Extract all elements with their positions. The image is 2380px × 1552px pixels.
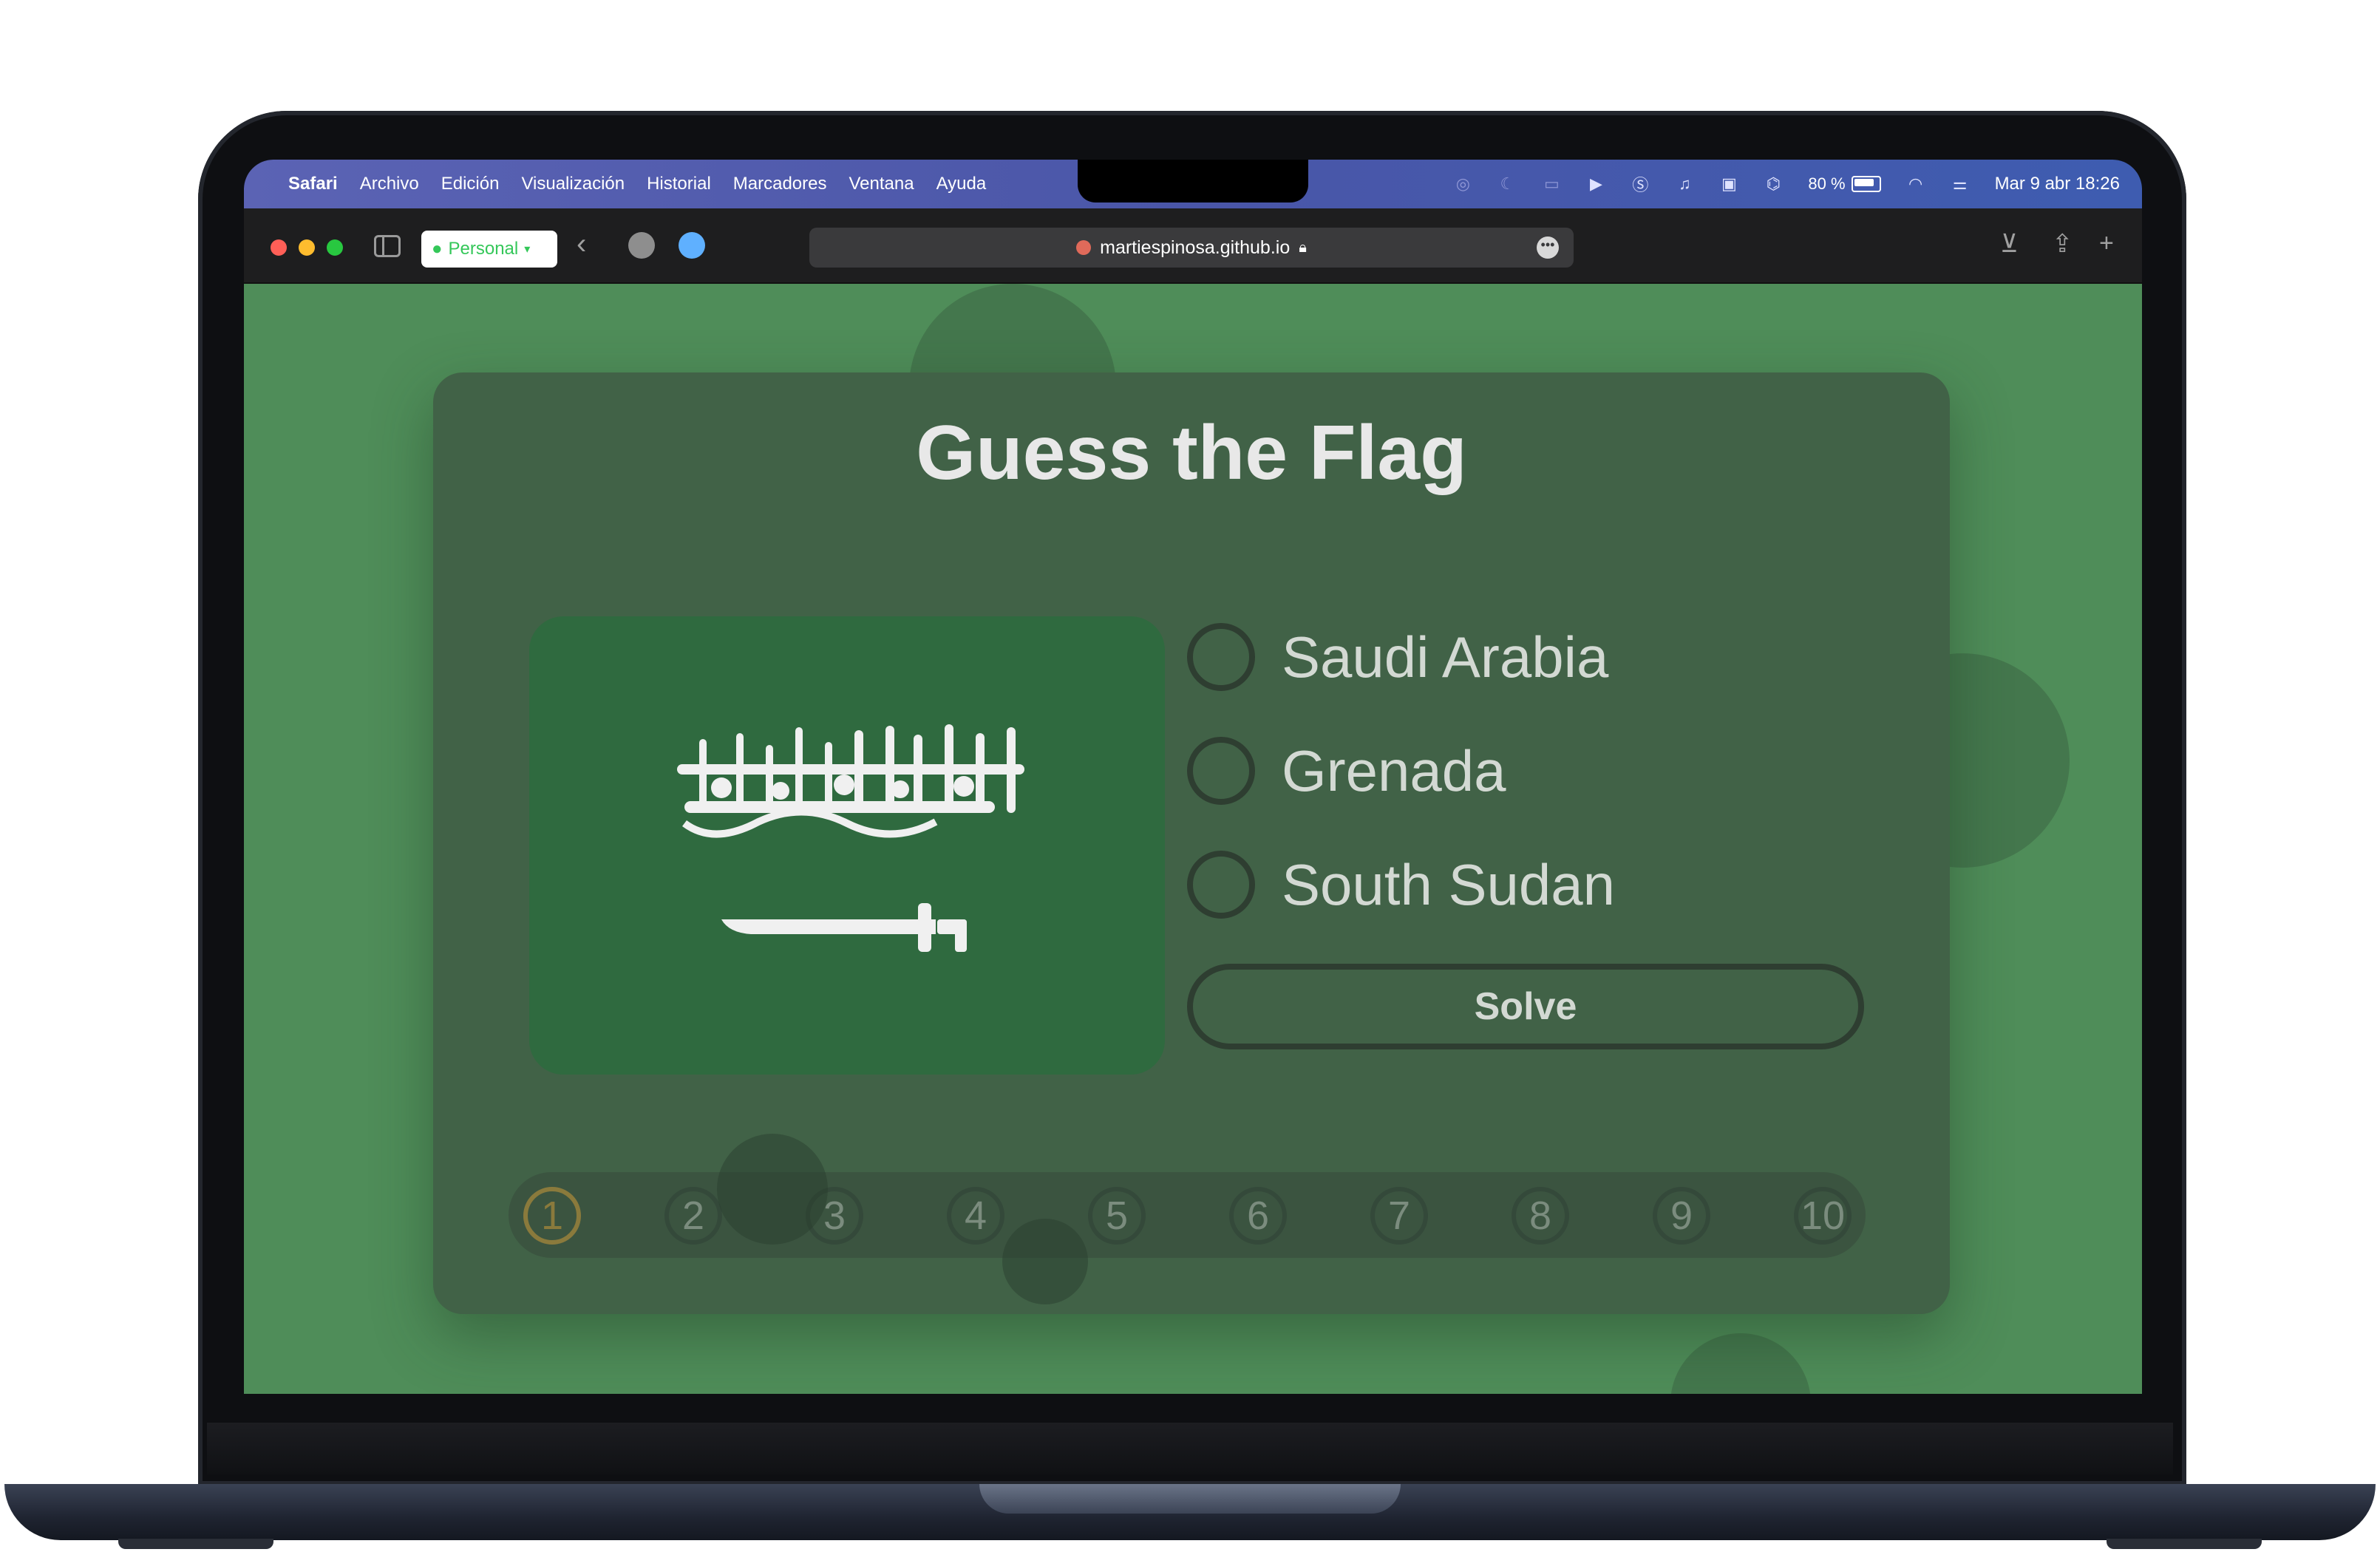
step-10[interactable]: 10 xyxy=(1794,1187,1852,1245)
shazam-icon[interactable]: Ⓢ xyxy=(1631,174,1650,194)
extension-icon[interactable] xyxy=(628,232,655,259)
web-page: Guess the Flag Saudi Arabia Grenada Sout… xyxy=(244,284,2142,1394)
focus-moon-icon[interactable]: ☾ xyxy=(1497,174,1517,194)
address-bar[interactable]: martiespinosa.github.io 🔒︎ ••• xyxy=(809,228,1574,268)
background-bubble xyxy=(1002,1219,1088,1304)
menu-historial[interactable]: Historial xyxy=(647,174,711,194)
menu-archivo[interactable]: Archivo xyxy=(360,174,419,194)
option-label: South Sudan xyxy=(1282,851,1616,917)
menu-bar: Safari Archivo Edición Visualización His… xyxy=(244,160,2142,208)
lock-icon: 🔒︎ xyxy=(1299,239,1307,256)
profile-label: Personal xyxy=(448,239,519,259)
menu-ayuda[interactable]: Ayuda xyxy=(936,174,987,194)
airdrop-icon[interactable]: ◎ xyxy=(1453,174,1472,194)
step-9[interactable]: 9 xyxy=(1653,1187,1710,1245)
back-arrow-icon[interactable]: ‹ xyxy=(577,228,586,261)
background-bubble xyxy=(1670,1333,1811,1394)
wifi-icon[interactable]: ◠ xyxy=(1906,174,1925,194)
site-favicon-icon xyxy=(1076,240,1092,255)
page-menu-icon[interactable]: ••• xyxy=(1537,236,1559,259)
window-close-button[interactable] xyxy=(271,239,287,256)
share-icon[interactable]: ⇪ xyxy=(2052,229,2073,259)
step-2[interactable]: 2 xyxy=(664,1187,722,1245)
menu-app-name[interactable]: Safari xyxy=(288,174,338,194)
step-8[interactable]: 8 xyxy=(1512,1187,1569,1245)
new-tab-icon[interactable]: + xyxy=(2099,229,2114,258)
laptop-chin xyxy=(207,1423,2173,1474)
menu-marcadores[interactable]: Marcadores xyxy=(733,174,827,194)
option-south-sudan[interactable]: South Sudan xyxy=(1187,844,1615,925)
stage-manager-icon[interactable]: ▭ xyxy=(1542,174,1561,194)
battery-status[interactable]: 80 % xyxy=(1808,174,1881,194)
camera-notch xyxy=(1078,160,1308,202)
profile-button[interactable]: ● Personal ▾ xyxy=(421,231,557,268)
page-title: Guess the Flag xyxy=(916,410,1467,496)
quiz-card: Guess the Flag Saudi Arabia Grenada Sout… xyxy=(433,372,1950,1314)
extension-icon[interactable] xyxy=(679,232,705,259)
menu-visualizacion[interactable]: Visualización xyxy=(521,174,625,194)
option-grenada[interactable]: Grenada xyxy=(1187,730,1506,811)
option-label: Saudi Arabia xyxy=(1282,624,1609,690)
step-5[interactable]: 5 xyxy=(1088,1187,1146,1245)
option-saudi-arabia[interactable]: Saudi Arabia xyxy=(1187,616,1608,698)
screen: Safari Archivo Edición Visualización His… xyxy=(244,160,2142,1394)
url-text: martiespinosa.github.io xyxy=(1100,236,1291,258)
step-1[interactable]: 1 xyxy=(523,1187,581,1245)
laptop-foot xyxy=(2107,1539,2262,1549)
option-label: Grenada xyxy=(1282,738,1506,803)
window-zoom-button[interactable] xyxy=(327,239,343,256)
sidebar-toggle-icon[interactable] xyxy=(374,235,401,257)
step-6[interactable]: 6 xyxy=(1229,1187,1287,1245)
menu-edicion[interactable]: Edición xyxy=(441,174,500,194)
step-4[interactable]: 4 xyxy=(947,1187,1004,1245)
step-7[interactable]: 7 xyxy=(1370,1187,1428,1245)
hearing-icon[interactable]: ♫ xyxy=(1675,174,1694,194)
person-icon: ● xyxy=(432,239,443,259)
radio-button[interactable] xyxy=(1187,623,1255,691)
now-playing-icon[interactable]: ▶ xyxy=(1586,174,1605,194)
airpods-icon[interactable]: ⌬ xyxy=(1764,174,1783,194)
menu-clock[interactable]: Mar 9 abr 18:26 xyxy=(1995,174,2120,194)
window-minimize-button[interactable] xyxy=(299,239,315,256)
background-bubble xyxy=(717,1134,828,1245)
question-progress: 1 2 3 4 5 6 7 8 9 10 xyxy=(509,1172,1866,1258)
battery-percent: 80 % xyxy=(1808,174,1846,193)
display-icon[interactable]: ▣ xyxy=(1719,174,1738,194)
menu-ventana[interactable]: Ventana xyxy=(849,174,914,194)
browser-toolbar: ● Personal ▾ ‹ martiespinosa.github.io 🔒… xyxy=(244,208,2142,284)
download-icon[interactable]: ⊻ xyxy=(2000,229,2019,259)
solve-button[interactable]: Solve xyxy=(1187,964,1864,1049)
saudi-flag-emblem xyxy=(677,724,1024,952)
flag-image xyxy=(529,616,1165,1075)
laptop-foot xyxy=(118,1539,273,1549)
laptop-hinge xyxy=(979,1484,1401,1514)
chevron-down-icon: ▾ xyxy=(524,243,531,256)
radio-button[interactable] xyxy=(1187,737,1255,805)
radio-button[interactable] xyxy=(1187,851,1255,919)
battery-icon xyxy=(1851,176,1881,192)
control-center-icon[interactable]: ⚌ xyxy=(1951,174,1970,194)
